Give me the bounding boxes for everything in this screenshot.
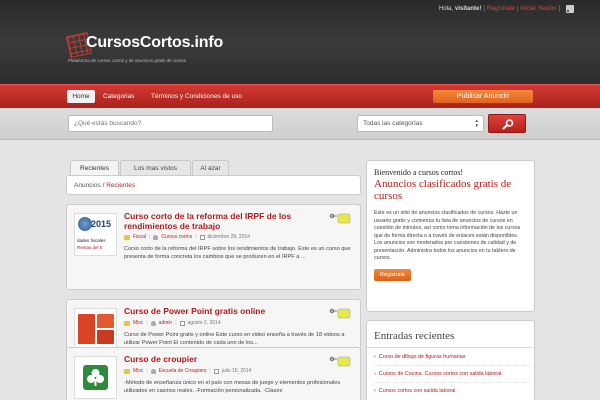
recent-entry-link[interactable]: Curso de dibujo de figuras humanas	[374, 354, 466, 360]
listing-meta: Fiscal | Cursos cortos | diciembre 28, 2…	[124, 234, 250, 240]
search-input[interactable]	[68, 115, 273, 132]
register-button[interactable]: Registrate	[374, 268, 412, 281]
thumb-year: 2015	[91, 219, 112, 229]
breadcrumb: Anuncios / Recientes	[66, 175, 361, 195]
listing-item: Curso de croupier Misc | Escuela de Crou…	[66, 347, 361, 400]
listing-category[interactable]: Fiscal	[133, 234, 146, 240]
listing-meta: Misc | admin | agosto 2, 2014	[124, 320, 221, 326]
listing-description: -Método de enseñanza único en el país co…	[124, 380, 341, 395]
calendar-icon	[213, 368, 219, 374]
folder-icon	[124, 368, 130, 374]
listing-thumbnail[interactable]	[74, 308, 117, 351]
search-icon	[502, 119, 514, 130]
listing-description: Curso de Power Point gratis y online Est…	[124, 332, 345, 347]
listing-author[interactable]: admin	[159, 320, 173, 326]
select-arrows-icon: ▲ ▼	[474, 118, 479, 128]
thumb-caption: Rentas del tr	[77, 245, 103, 250]
nav-home[interactable]: Home	[67, 90, 95, 103]
listing-author[interactable]: Escuela de Croupiers	[159, 368, 207, 374]
listing-date: julio 15, 2014	[221, 368, 252, 374]
listing-title[interactable]: Curso de croupier	[124, 354, 334, 365]
visitor-text: visitante!	[455, 5, 482, 12]
breadcrumb-separator: /	[102, 182, 105, 189]
listing-title[interactable]: Curso de Power Point gratis online	[124, 306, 334, 317]
calendar-icon	[179, 320, 185, 326]
slide-icon	[97, 330, 114, 344]
listing-category[interactable]: Misc	[133, 320, 143, 326]
price-tag-icon	[329, 213, 351, 224]
login-link[interactable]: Iniciar Sesión	[520, 6, 556, 12]
meta-divider: |	[195, 234, 197, 240]
search-bar: Todas las categorías ▲▼	[0, 108, 600, 140]
divider	[367, 347, 534, 348]
listing-author[interactable]: Cursos cortos	[161, 234, 192, 240]
divider	[374, 365, 529, 366]
breadcrumb-current: Recientes	[106, 182, 136, 189]
user-icon	[150, 368, 156, 374]
globe-icon	[78, 217, 92, 231]
welcome-title: Anuncios clasificados gratis de cursos	[374, 178, 512, 202]
welcome-box: Bienvenido a cursos cortos! Anuncios cla…	[366, 160, 535, 312]
thumb-caption: dades fiscales	[77, 238, 106, 243]
user-icon	[153, 234, 159, 240]
listing-meta: Misc | Escuela de Croupiers | julio 15, …	[124, 368, 251, 374]
register-link[interactable]: Regístrate	[487, 6, 515, 12]
recent-entry-link[interactable]: Cursos de Cocina. Cursos cortos con sali…	[374, 371, 503, 377]
site-title[interactable]: CursosCortos.info	[86, 34, 223, 52]
listing-description: Curso corto de la reforma del IRPF sobre…	[124, 246, 351, 261]
user-icon	[150, 320, 156, 326]
folder-icon	[124, 320, 130, 326]
breadcrumb-link[interactable]: Anuncios	[74, 182, 101, 189]
user-toplinks: Hola, visitante! [ Regístrate | Iniciar …	[439, 4, 574, 13]
recent-entries-title: Entradas recientes	[374, 330, 455, 342]
category-select-value: Todas las categorías	[363, 120, 423, 127]
meta-divider: |	[209, 368, 211, 374]
listing-date: agosto 2, 2014	[187, 320, 221, 326]
site-header: Hola, visitante! [ Regístrate | Iniciar …	[0, 0, 600, 84]
rss-icon[interactable]	[566, 4, 574, 13]
recent-entries-box: Entradas recientes Curso de dibujo de fi…	[366, 320, 535, 400]
greeting-text: Hola,	[439, 5, 454, 12]
category-select[interactable]: Todas las categorías ▲ ▼	[357, 115, 484, 132]
club-suit-icon	[83, 365, 108, 390]
meta-divider: |	[146, 320, 148, 326]
tab-random[interactable]: Al azar	[192, 160, 229, 175]
welcome-greeting: Bienvenido a cursos cortos!	[374, 168, 464, 177]
listing-item: 2015 dades fiscales Rentas del tr Curso …	[66, 204, 361, 290]
powerpoint-icon	[78, 314, 95, 344]
listing-title[interactable]: Curso corto de la reforma del IRPF de lo…	[124, 211, 334, 231]
nav-terms[interactable]: Términos y Condiciones de uso	[151, 90, 242, 103]
price-tag-icon	[329, 356, 351, 367]
tab-recent[interactable]: Recientes	[70, 160, 119, 175]
price-tag-icon	[329, 308, 351, 319]
publish-ad-button[interactable]: Publicar Anuncio	[433, 90, 533, 103]
divider	[374, 382, 529, 383]
calendar-icon	[199, 234, 205, 240]
listing-thumbnail[interactable]	[74, 356, 117, 399]
listing-date: diciembre 28, 2014	[207, 234, 251, 240]
slide-icon	[97, 314, 114, 328]
meta-divider: |	[149, 234, 151, 240]
listing-category[interactable]: Misc	[133, 368, 143, 374]
meta-divider: |	[146, 368, 148, 374]
site-tagline: Plataforma de cursos cortos y de anuncio…	[68, 58, 187, 63]
search-button[interactable]	[488, 114, 526, 133]
meta-divider: |	[175, 320, 177, 326]
welcome-text: Este es un sitio de anuncios clasificado…	[374, 210, 521, 261]
recent-entry-link[interactable]: Cursos cortos con salida laboral	[374, 388, 456, 394]
tab-most-viewed[interactable]: Los mas vistos	[120, 160, 191, 175]
folder-icon	[124, 234, 130, 240]
listing-thumbnail[interactable]: 2015 dades fiscales Rentas del tr	[74, 213, 117, 256]
bracket-close: ]	[558, 5, 560, 12]
bracket-open: [	[483, 5, 486, 12]
nav-categories[interactable]: Categorias	[103, 90, 134, 103]
link-divider: |	[516, 5, 519, 12]
main-nav: Home Categorias Términos y Condiciones d…	[0, 84, 600, 108]
